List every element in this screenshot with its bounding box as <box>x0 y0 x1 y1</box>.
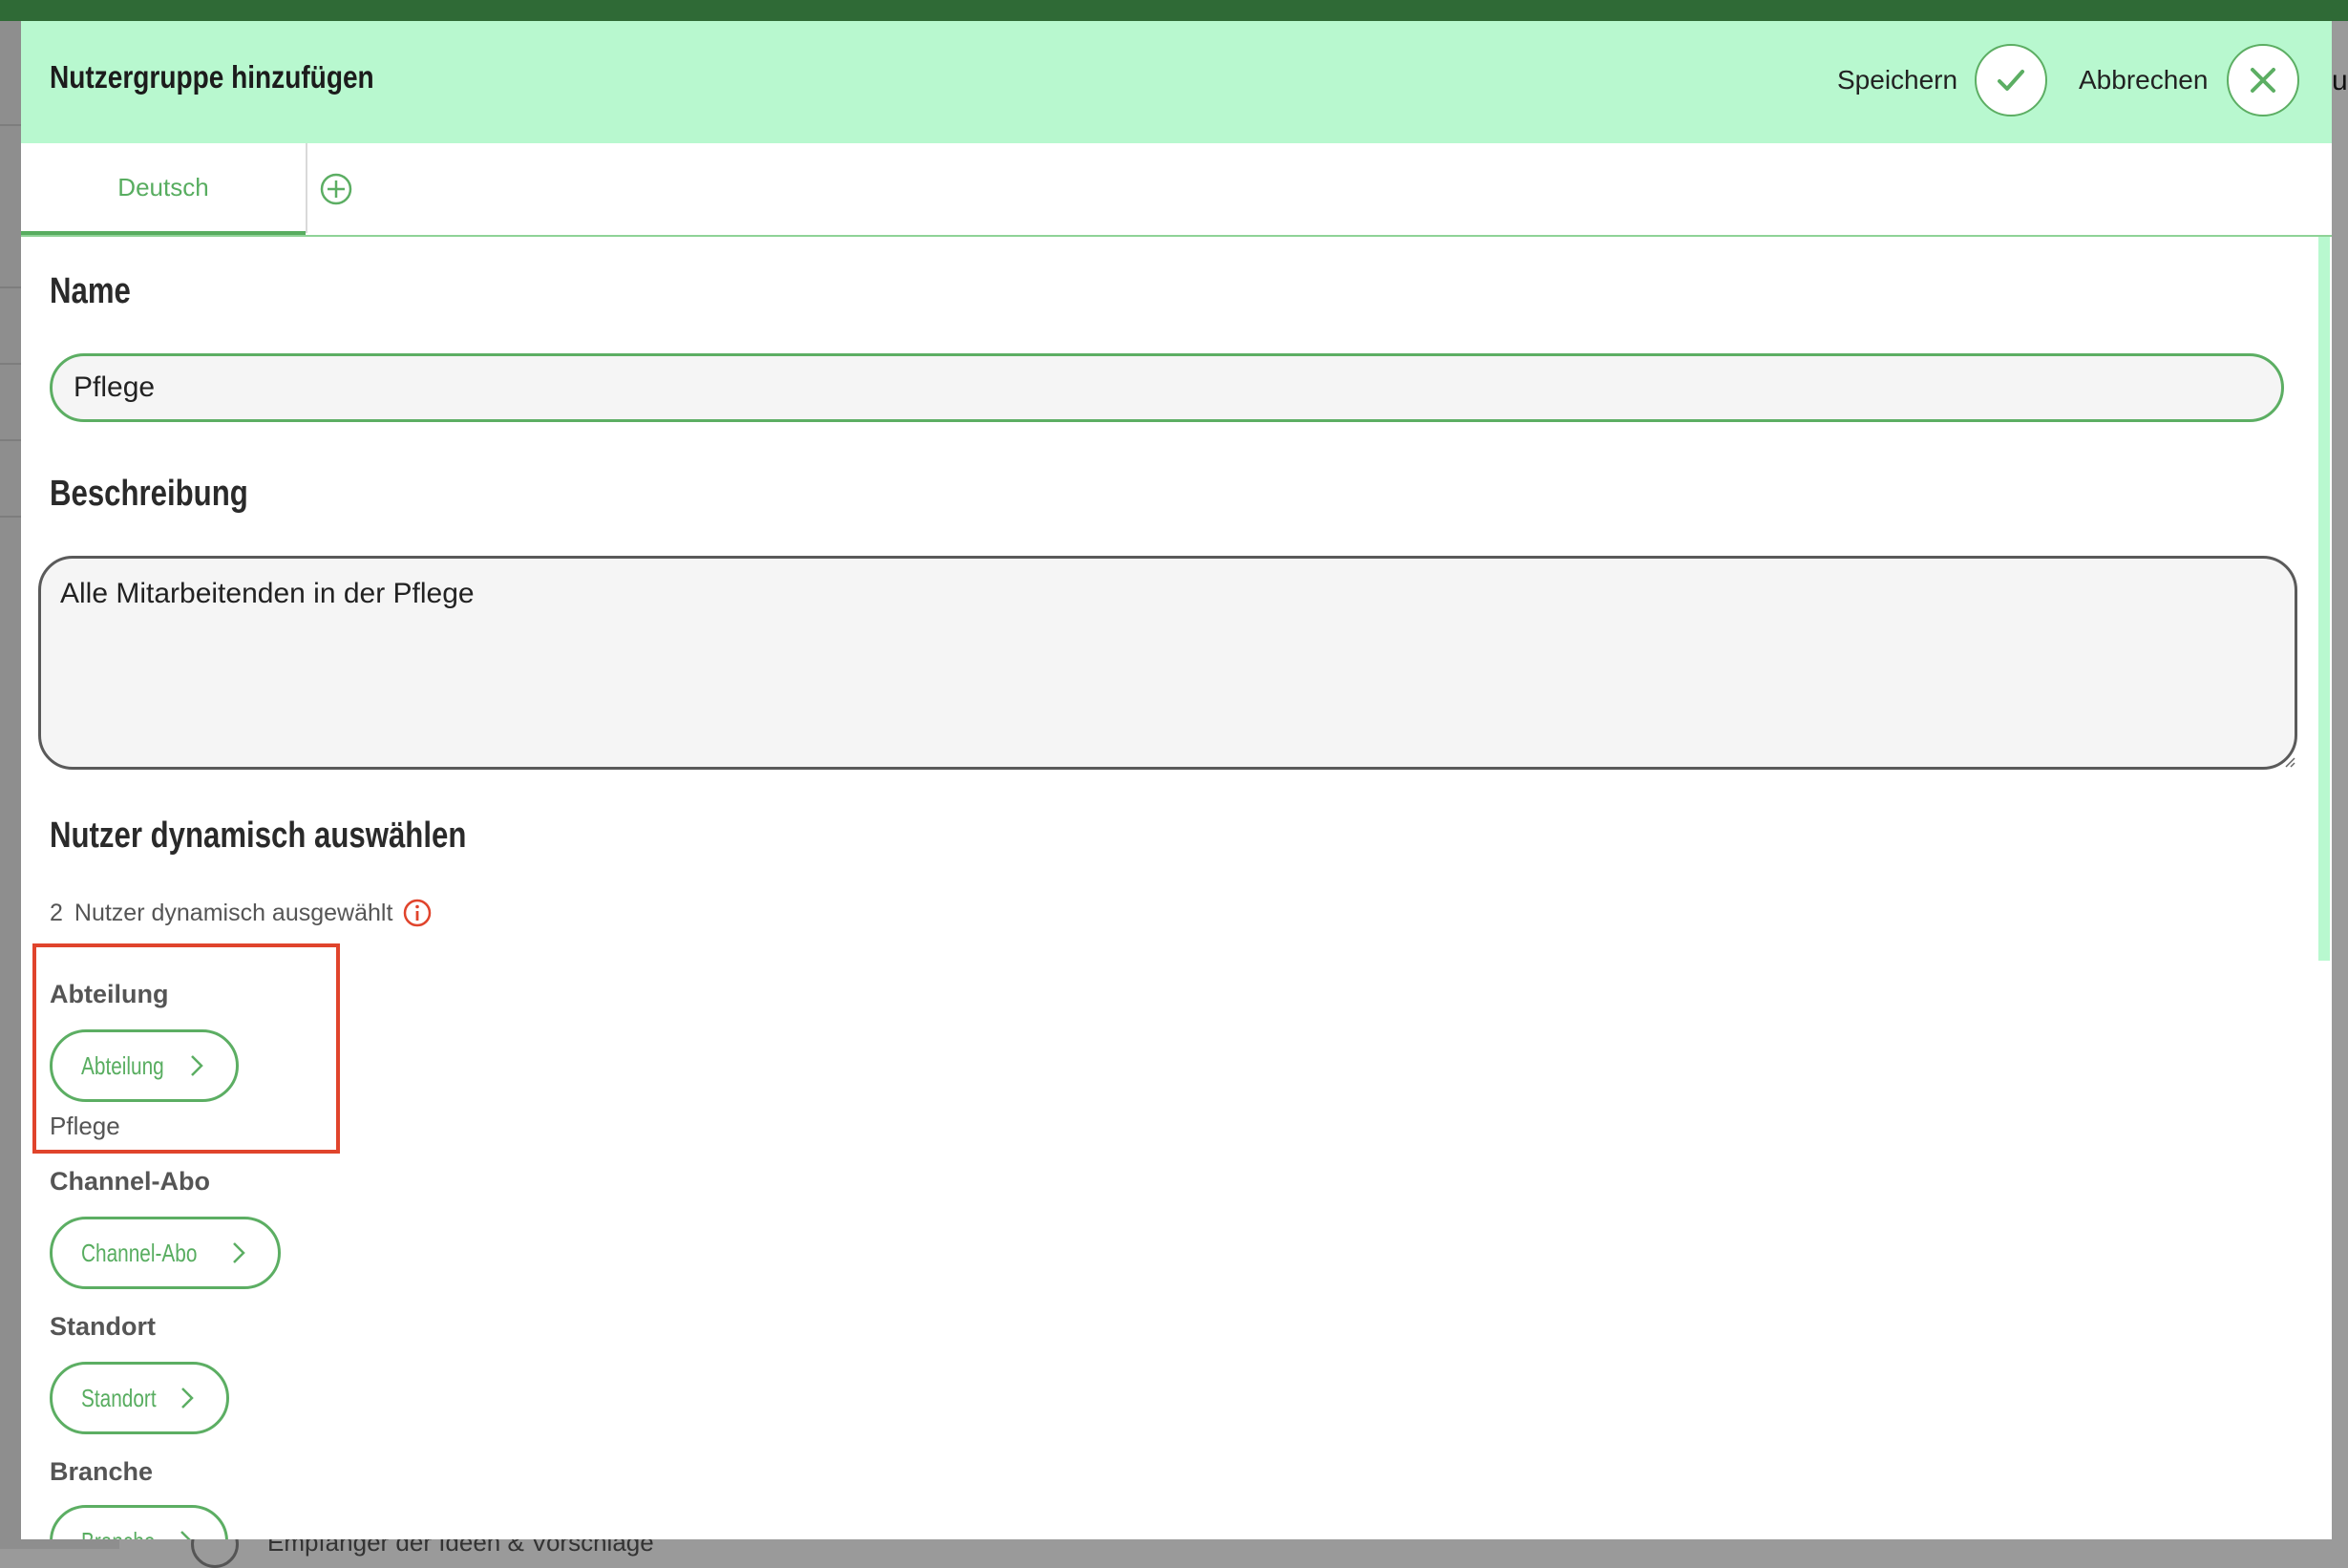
tab-deutsch[interactable]: Deutsch <box>21 143 306 235</box>
description-textarea[interactable]: Alle Mitarbeitenden in der Pflege <box>38 556 2297 770</box>
name-heading: Name <box>50 271 131 311</box>
filter-label-branche: Branche <box>50 1457 154 1486</box>
filter-button-abteilung[interactable]: Abteilung <box>50 1029 240 1102</box>
dynamic-count-number: 2 <box>50 899 63 926</box>
save-button[interactable] <box>1975 44 2047 117</box>
modal-header: Nutzergruppe hinzufügen Speichern Abbrec… <box>21 21 2332 143</box>
language-tabs: Deutsch <box>21 143 2332 237</box>
filter-button-label: Abteilung <box>81 1050 164 1080</box>
background-right-text: ue <box>2332 65 2348 96</box>
description-heading: Beschreibung <box>50 474 248 514</box>
tab-divider <box>306 143 307 233</box>
filter-button-label: Branche <box>81 1527 155 1540</box>
chevron-right-icon <box>191 1055 204 1076</box>
chevron-right-icon <box>232 1242 245 1263</box>
close-icon <box>2251 68 2275 93</box>
background-topbar <box>0 0 2348 21</box>
filter-value-abteilung: Pflege <box>50 1112 120 1140</box>
dynamic-count: 2 Nutzer dynamisch ausgewählt <box>50 898 433 928</box>
save-label[interactable]: Speichern <box>1837 65 1957 95</box>
modal-title: Nutzergruppe hinzufügen <box>50 59 374 95</box>
add-language-icon[interactable] <box>319 172 353 206</box>
dynamic-count-label: Nutzer dynamisch ausgewählt <box>74 899 393 926</box>
checkmark-icon <box>1998 70 2024 91</box>
cancel-label[interactable]: Abbrechen <box>2079 65 2208 95</box>
add-user-group-modal: Nutzergruppe hinzufügen Speichern Abbrec… <box>21 21 2332 1539</box>
dynamic-selection-heading: Nutzer dynamisch auswählen <box>50 816 467 856</box>
filter-label-channel-abo: Channel-Abo <box>50 1167 210 1196</box>
cancel-button[interactable] <box>2227 44 2299 117</box>
filter-button-standort[interactable]: Standort <box>50 1362 230 1434</box>
scrollbar[interactable] <box>2318 237 2330 961</box>
filter-button-label: Standort <box>81 1383 157 1412</box>
filter-button-channel-abo[interactable]: Channel-Abo <box>50 1217 281 1289</box>
resize-grip-icon[interactable] <box>2284 756 2295 768</box>
info-icon[interactable] <box>402 898 433 928</box>
filter-button-branche[interactable]: Branche <box>50 1505 228 1539</box>
filter-button-label: Channel-Abo <box>81 1238 198 1267</box>
filter-label-abteilung: Abteilung <box>50 980 169 1008</box>
chevron-right-icon <box>181 1388 195 1409</box>
name-input[interactable] <box>50 353 2284 422</box>
filter-label-standort: Standort <box>50 1312 156 1341</box>
chevron-right-icon <box>180 1531 191 1539</box>
